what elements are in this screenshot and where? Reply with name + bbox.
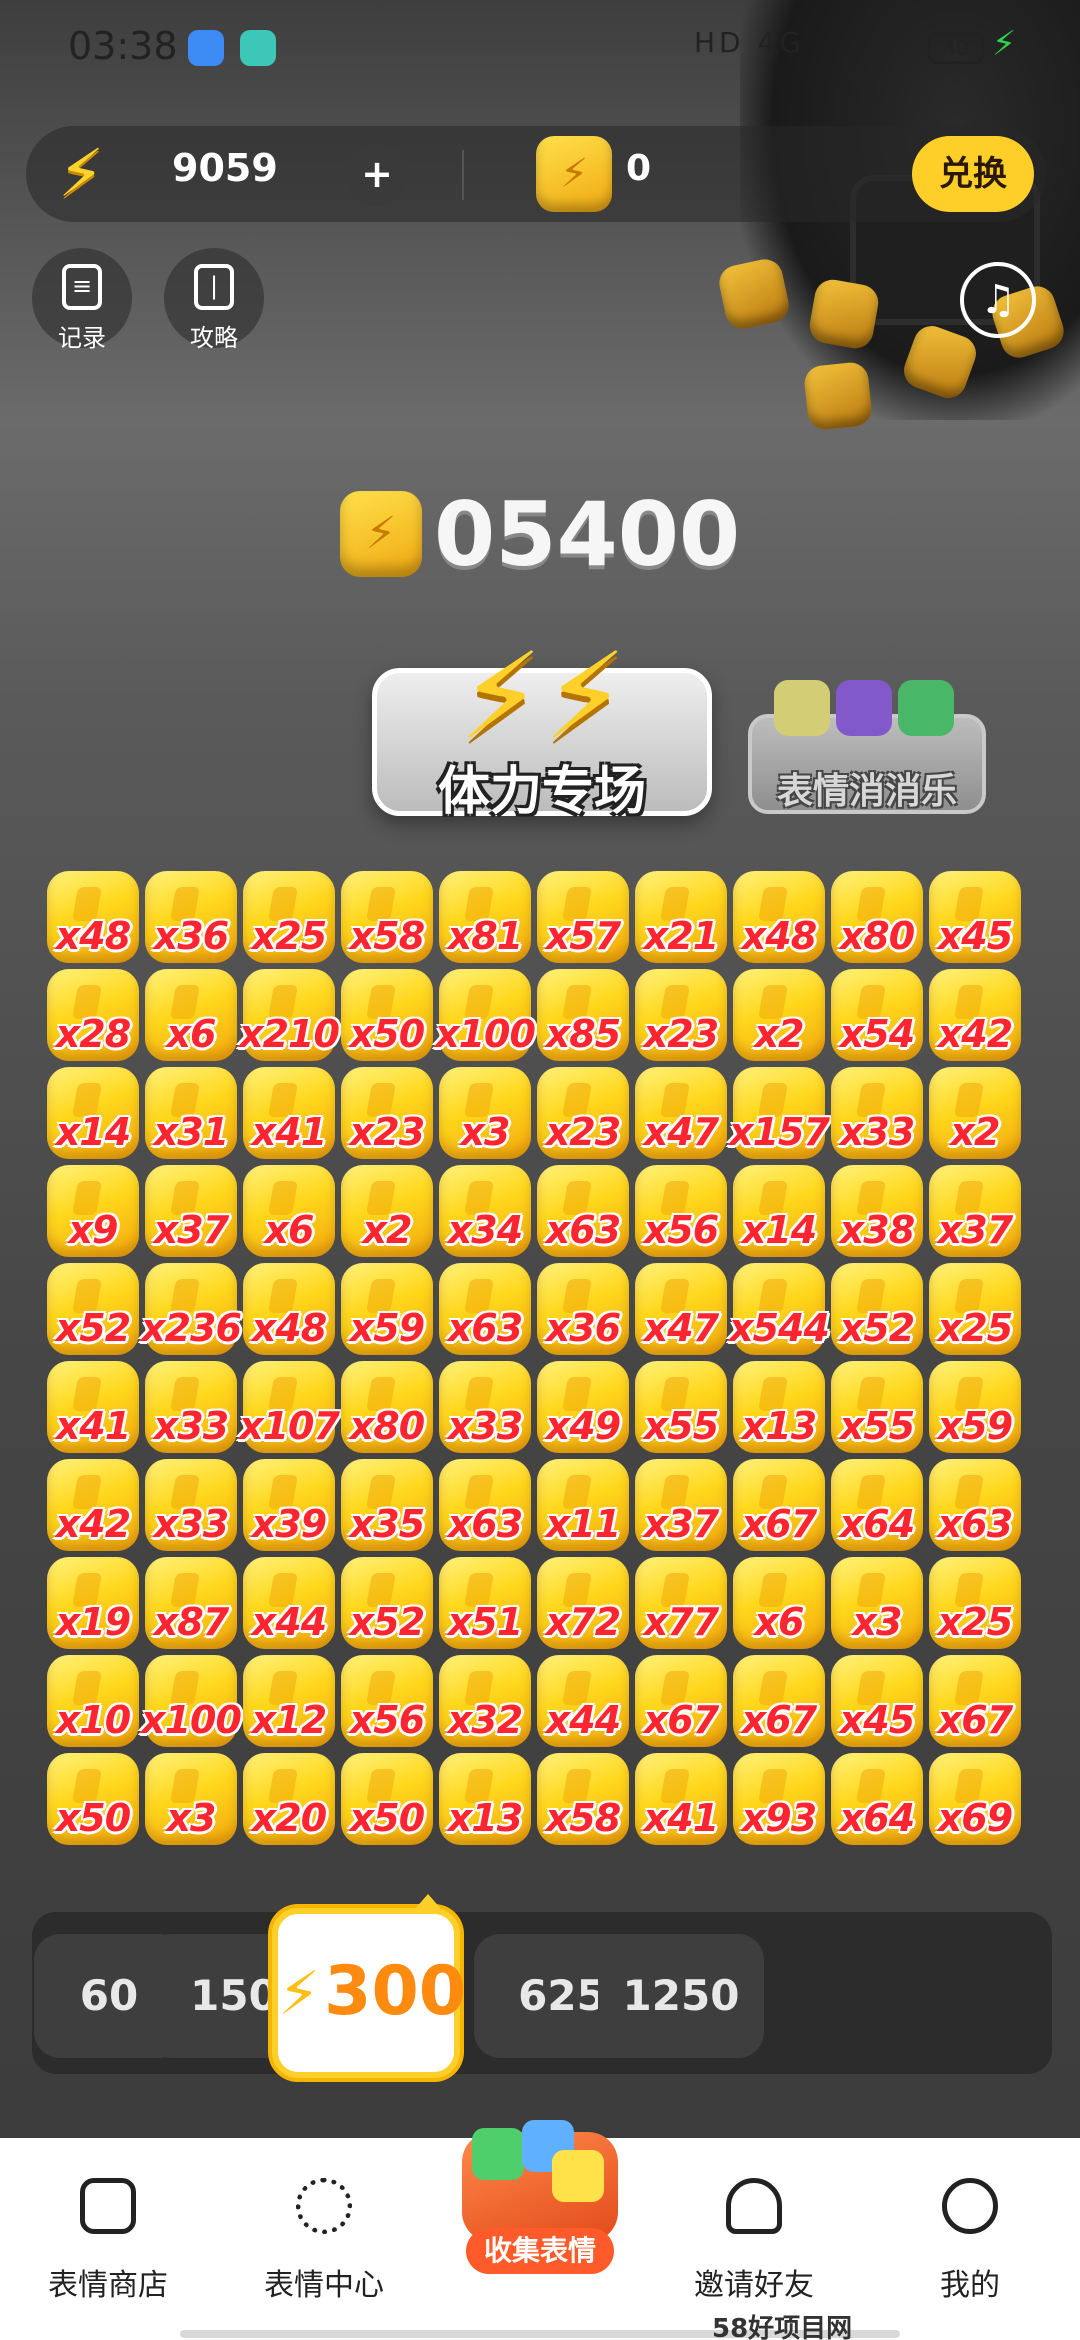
lightning-bolt-icon: ⚡⚡ xyxy=(458,628,628,767)
nav-store[interactable]: 表情商店 xyxy=(18,2178,198,2304)
energy-count: 9059 xyxy=(172,146,278,190)
nav-center[interactable]: 表情中心 xyxy=(234,2178,414,2304)
energy-special-label: 体力专场 xyxy=(437,762,646,822)
book-icon: | xyxy=(194,264,234,310)
coin-count: 0 xyxy=(626,148,652,189)
multiplier-cell: x37 xyxy=(926,1162,1024,1260)
emoji-faces-icon xyxy=(774,680,954,736)
multiplier-label: x59 xyxy=(937,1404,1013,1448)
document-icon: ≡ xyxy=(62,264,102,310)
multiplier-cell: x45 xyxy=(926,868,1024,966)
status-time: 03:38 xyxy=(68,24,178,68)
bolt-coin-icon: ⚡ xyxy=(536,136,612,212)
music-icon[interactable]: ♫ xyxy=(960,262,1036,338)
energy-special-mode-button[interactable]: ⚡⚡ 体力专场 xyxy=(372,633,712,822)
guide-label: 攻略 xyxy=(190,324,238,352)
nav-invite[interactable]: 邀请好友 xyxy=(664,2178,844,2304)
exchange-button[interactable]: 兑换 xyxy=(912,136,1034,212)
emoji-cube xyxy=(472,2128,524,2180)
coin-nugget-decoration xyxy=(802,360,874,432)
grid-icon xyxy=(296,2178,352,2234)
nav-me[interactable]: 我的 xyxy=(880,2178,1060,2304)
nav-store-label: 表情商店 xyxy=(48,2268,168,2303)
multiplier-label: x37 xyxy=(937,1208,1013,1252)
network-indicator: HD 4G xyxy=(694,26,806,59)
guide-button[interactable]: | 攻略 xyxy=(164,248,264,352)
app-notification-icon xyxy=(188,30,224,66)
nav-center-label: 表情中心 xyxy=(264,2268,384,2303)
lightning-bolt-icon: ⚡ xyxy=(278,1959,321,2029)
record-label: 记录 xyxy=(58,324,106,352)
amount-chip-selected[interactable]: ⚡300 xyxy=(272,1894,466,2078)
coin-nugget-decoration xyxy=(806,276,882,352)
multiplier-cell: x42 xyxy=(926,966,1024,1064)
watermark: 58好项目网www.58hxm.com xyxy=(712,2314,853,2340)
multiplier-cell: x2 xyxy=(926,1064,1024,1162)
bolt-coin-icon: ⚡ xyxy=(340,491,422,577)
nav-invite-label: 邀请好友 xyxy=(694,2268,814,2303)
app-notification-icon xyxy=(240,30,276,66)
emoji-match-label: 表情消消乐 xyxy=(776,771,957,812)
multiplier-cell: x69 xyxy=(926,1750,1024,1848)
add-friend-icon xyxy=(726,2178,782,2234)
multiplier-label: x2 xyxy=(950,1110,1001,1154)
resource-bar: ⚡ 9059 + ⚡ 0 兑换 xyxy=(26,126,1046,222)
multiplier-label: x25 xyxy=(937,1600,1013,1644)
amount-label: 150 xyxy=(190,1971,278,2020)
multiplier-label: x45 xyxy=(937,914,1013,958)
collect-emoji-label: 收集表情 xyxy=(466,2228,614,2274)
multiplier-cell: x63 xyxy=(926,1456,1024,1554)
multiplier-grid: x48 x36 x25 x58 x81 x57 x21 x48 x80 x45 x28 x6 x210 x… xyxy=(44,868,1034,1848)
amount-label: 625 xyxy=(518,1971,606,2020)
charging-icon: ⚡ xyxy=(992,24,1016,64)
amount-chip[interactable]: 1250 xyxy=(598,1934,764,2058)
amount-label: 1250 xyxy=(622,1971,740,2020)
score-display: ⚡ 05400 xyxy=(340,483,740,586)
multiplier-label: x69 xyxy=(937,1796,1013,1840)
multiplier-cell: x59 xyxy=(926,1358,1024,1456)
record-button[interactable]: ≡ 记录 xyxy=(32,248,132,352)
status-bar: 03:38 HD 4G 40 ⚡ xyxy=(0,0,1080,96)
multiplier-label: x25 xyxy=(937,1306,1013,1350)
store-icon xyxy=(80,2178,136,2234)
multiplier-cell: x67 xyxy=(926,1652,1024,1750)
multiplier-label: x63 xyxy=(937,1502,1013,1546)
bet-amount-selector: 60 150 ⚡300 625 1250 xyxy=(32,1894,1052,2078)
divider xyxy=(462,150,464,200)
amount-label: 300 xyxy=(324,1952,467,2031)
multiplier-cell: x25 xyxy=(926,1260,1024,1358)
battery-icon: 40 xyxy=(928,32,984,64)
emoji-match-mode-button[interactable]: 表情消消乐 xyxy=(748,680,986,814)
emoji-cube xyxy=(552,2150,604,2202)
add-energy-button[interactable]: + xyxy=(346,144,408,206)
smiley-icon xyxy=(942,2178,998,2234)
score-value: 05400 xyxy=(434,482,741,586)
collect-emoji-button[interactable]: 收集表情 xyxy=(448,2120,632,2274)
multiplier-label: x42 xyxy=(937,1012,1013,1056)
nav-me-label: 我的 xyxy=(940,2268,1000,2303)
lightning-bolt-icon: ⚡ xyxy=(58,135,105,212)
multiplier-cell: x25 xyxy=(926,1554,1024,1652)
multiplier-label: x67 xyxy=(937,1698,1013,1742)
amount-label: 60 xyxy=(79,1971,139,2020)
